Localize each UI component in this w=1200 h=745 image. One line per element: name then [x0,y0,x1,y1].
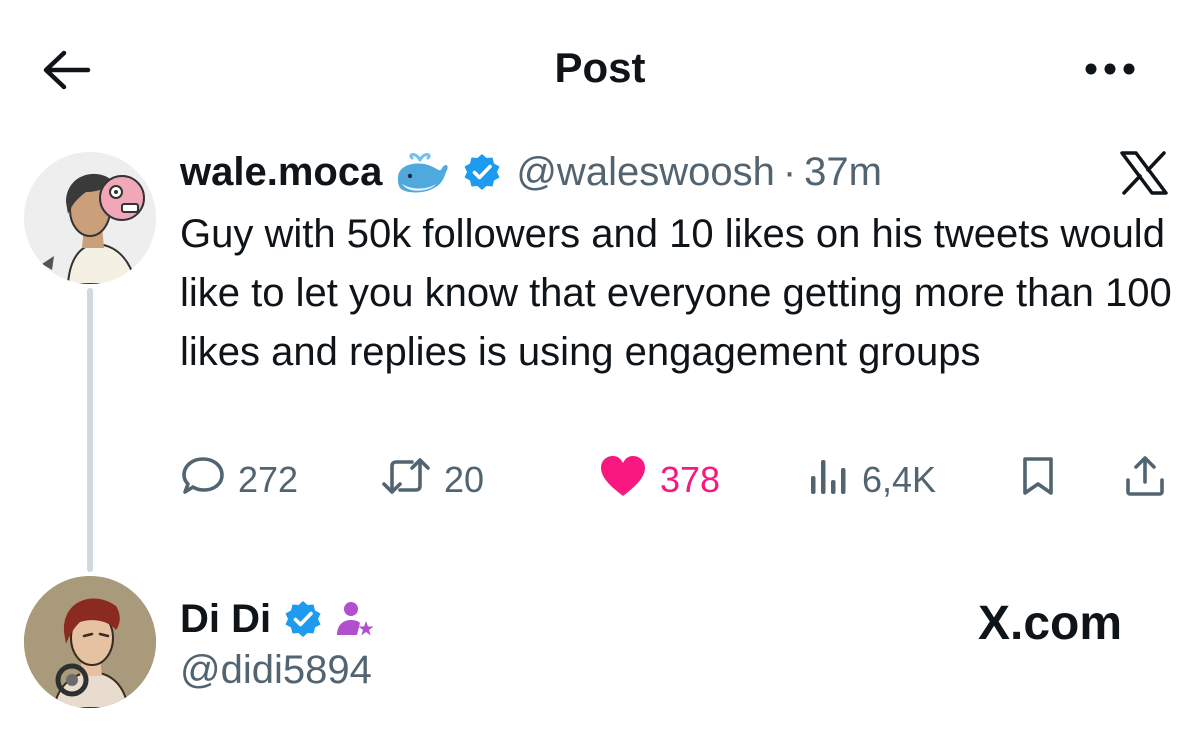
author-handle[interactable]: @waleswoosh [516,150,775,195]
repost-button[interactable]: 20 [380,450,484,510]
tweet-actions-bar: 272 20 378 6,4K [180,450,1180,510]
repost-count: 20 [444,459,485,500]
avatar-illustration [24,152,156,284]
author-avatar[interactable] [24,152,156,284]
more-options-button[interactable] [1080,56,1140,86]
x-com-watermark: X.com [978,597,1123,650]
bookmark-icon [1018,455,1058,506]
whale-emoji-icon [394,148,450,196]
repost-icon [380,456,432,505]
bookmark-button[interactable] [1018,450,1058,510]
reply-icon [180,455,226,506]
author-name[interactable]: wale.moca [180,150,382,195]
bar-chart-icon [808,456,850,505]
tweet-text: Guy with 50k followers and 10 likes on h… [180,212,1172,374]
heart-filled-icon [598,454,648,507]
post-timestamp[interactable]: 37m [804,150,882,195]
views-count: 6,4K [862,459,937,500]
like-button[interactable]: 378 [598,450,720,510]
avatar-illustration [24,576,156,708]
share-icon [1123,454,1167,507]
watermark-author-row: Di Di [180,592,375,646]
watermark-author-name[interactable]: Di Di [180,597,271,642]
page-title: Post [554,44,646,91]
share-button[interactable] [1123,450,1167,510]
x-logo-icon [1118,150,1170,196]
views-button[interactable]: 6,4K [808,450,936,510]
reply-count: 272 [238,459,299,500]
verified-badge-icon [462,152,502,192]
verified-badge-icon [283,599,323,639]
watermark-avatar[interactable] [24,576,156,708]
like-count: 378 [660,459,721,500]
reply-button[interactable]: 272 [180,450,298,510]
subscriber-star-icon [335,599,375,639]
thread-connector-line [87,288,93,572]
separator-dot: · [782,149,797,194]
more-horizontal-icon [1084,62,1136,81]
watermark-handle[interactable]: @didi5894 [180,648,372,693]
author-row: wale.moca @waleswoosh · 37m [180,142,882,202]
